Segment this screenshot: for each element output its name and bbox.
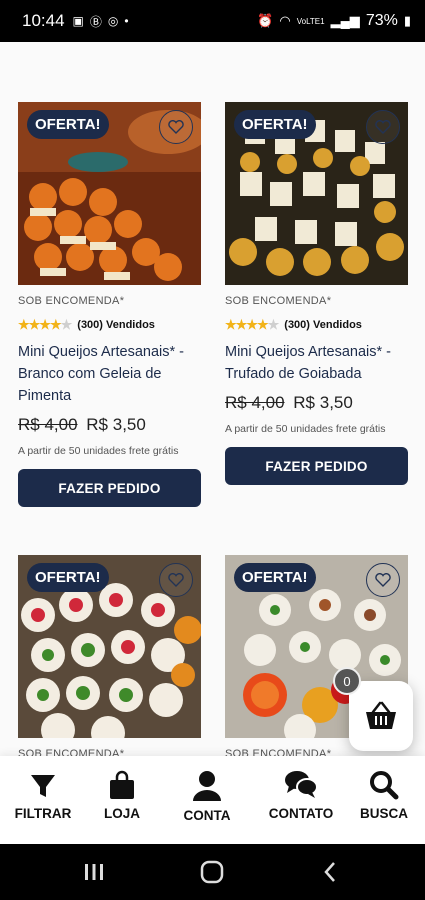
nav-contato[interactable]: CONTATO [264, 770, 338, 821]
notification-icon: ▣ [72, 14, 84, 28]
signal-icon: ▂▄▆ [330, 13, 360, 28]
favorite-heart-icon[interactable] [159, 563, 193, 597]
offer-badge: OFERTA! [234, 110, 316, 139]
current-price: R$ 3,50 [293, 393, 353, 412]
nav-label: LOJA [103, 806, 140, 821]
product-price: R$ 4,00 R$ 3,50 [18, 415, 201, 435]
nav-label: CONTATO [268, 806, 334, 821]
nav-label: CONTA [183, 808, 231, 823]
shopping-bag-icon [110, 770, 134, 799]
nav-label: FILTRAR [14, 806, 72, 821]
product-kind: SOB ENCOMENDA* [18, 748, 125, 756]
favorite-heart-icon[interactable] [159, 110, 193, 144]
product-rating: ★★★★★ (300) Vendidos [18, 317, 201, 333]
back-button[interactable] [316, 858, 344, 886]
search-icon [370, 771, 399, 800]
bottom-navigation: FILTRAR LOJA CONTA CONTATO BUSCA [0, 756, 425, 844]
nav-label: BUSCA [359, 806, 408, 821]
rating-stars-icon: ★★★★★ [225, 317, 279, 332]
product-title[interactable]: Mini Queijos Artesanais* - Branco com Ge… [18, 341, 201, 407]
order-button[interactable]: FAZER PEDIDO [18, 469, 201, 507]
product-title[interactable]: Mini Queijos Artesanais* - Trufado de Go… [225, 341, 408, 385]
product-rating: ★★★★★ (300) Vendidos [225, 317, 408, 333]
product-card[interactable]: OFERTA! SOB ENCOMENDA* ★★★★★ (300) Vendi… [225, 102, 408, 485]
current-price: R$ 3,50 [86, 415, 146, 434]
product-price: R$ 4,00 R$ 3,50 [225, 393, 408, 413]
dot-icon: • [124, 14, 129, 28]
nav-busca[interactable]: BUSCA [356, 770, 412, 821]
old-price: R$ 4,00 [225, 393, 285, 412]
basket-icon [366, 701, 396, 729]
product-image[interactable]: OFERTA! [18, 102, 201, 285]
nav-filtrar[interactable]: FILTRAR [14, 772, 72, 821]
product-kind: SOB ENCOMENDA* [18, 295, 125, 307]
offer-badge: OFERTA! [27, 110, 109, 139]
shipping-note: A partir de 50 unidades frete grátis [225, 423, 386, 435]
home-button[interactable] [198, 858, 226, 886]
favorite-heart-icon[interactable] [366, 563, 400, 597]
favorite-heart-icon[interactable] [366, 110, 400, 144]
battery-icon: ▮ [403, 13, 411, 28]
product-grid: OFERTA! SOB ENCOMENDA* ★★★★★ (300) Vendi… [0, 42, 425, 756]
product-image[interactable]: OFERTA! [18, 555, 201, 738]
nav-conta[interactable]: CONTA [178, 770, 236, 823]
b-app-icon: Ⓑ [89, 14, 102, 29]
product-image[interactable]: OFERTA! [225, 102, 408, 285]
cart-button[interactable] [349, 681, 413, 751]
recent-apps-button[interactable] [80, 858, 108, 886]
nav-loja[interactable]: LOJA [98, 770, 146, 821]
sold-count: (300) Vendidos [284, 319, 362, 331]
product-card[interactable]: OFERTA! SOB ENCOMENDA* [18, 555, 201, 756]
home-icon [200, 860, 224, 884]
network-label: VoLTE1 [296, 16, 325, 26]
filter-icon [31, 775, 55, 797]
battery-percent: 73% [365, 12, 398, 29]
status-time: 10:44 [22, 11, 65, 30]
offer-badge: OFERTA! [27, 563, 109, 592]
instagram-icon: ◎ [107, 14, 119, 28]
offer-badge: OFERTA! [234, 563, 316, 592]
recent-apps-icon [85, 864, 103, 880]
back-icon [324, 862, 335, 882]
product-kind: SOB ENCOMENDA* [225, 295, 332, 307]
old-price: R$ 4,00 [18, 415, 78, 434]
user-icon [193, 771, 221, 801]
shipping-note: A partir de 50 unidades frete grátis [18, 445, 179, 457]
wifi-icon: ◠ [279, 13, 291, 28]
chat-icon [285, 771, 318, 798]
sold-count: (300) Vendidos [77, 319, 155, 331]
cart-count-badge: 0 [333, 667, 361, 695]
order-button[interactable]: FAZER PEDIDO [225, 447, 408, 485]
system-navigation-bar [0, 844, 425, 900]
product-card[interactable]: OFERTA! SOB ENCOMENDA* ★★★★★ (300) Vendi… [18, 102, 201, 507]
rating-stars-icon: ★★★★★ [18, 317, 72, 332]
status-bar: 10:44 ▣ Ⓑ ◎ • ⏰ ◠ VoLTE1 ▂▄▆ 73% ▮ [0, 0, 425, 42]
alarm-icon: ⏰ [257, 13, 274, 28]
